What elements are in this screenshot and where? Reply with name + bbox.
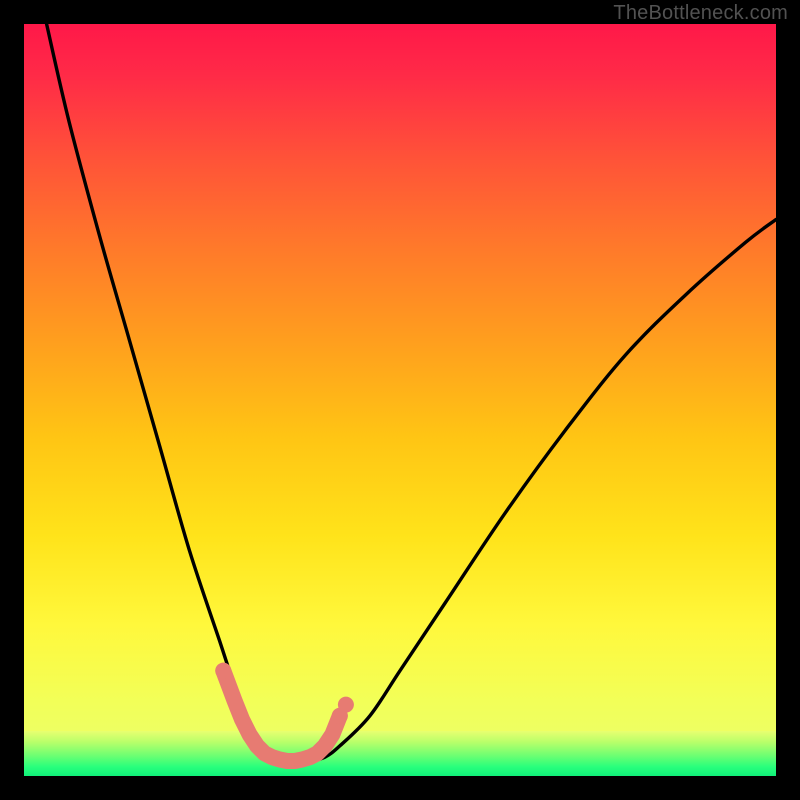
watermark-text: TheBottleneck.com [613, 2, 788, 25]
chart-svg [24, 24, 776, 776]
plot-area [24, 24, 776, 776]
green-band [24, 731, 776, 776]
gradient-background [24, 24, 776, 776]
chart-frame: TheBottleneck.com [0, 0, 800, 800]
marker-dot [215, 663, 231, 679]
marker-dot [338, 697, 354, 713]
